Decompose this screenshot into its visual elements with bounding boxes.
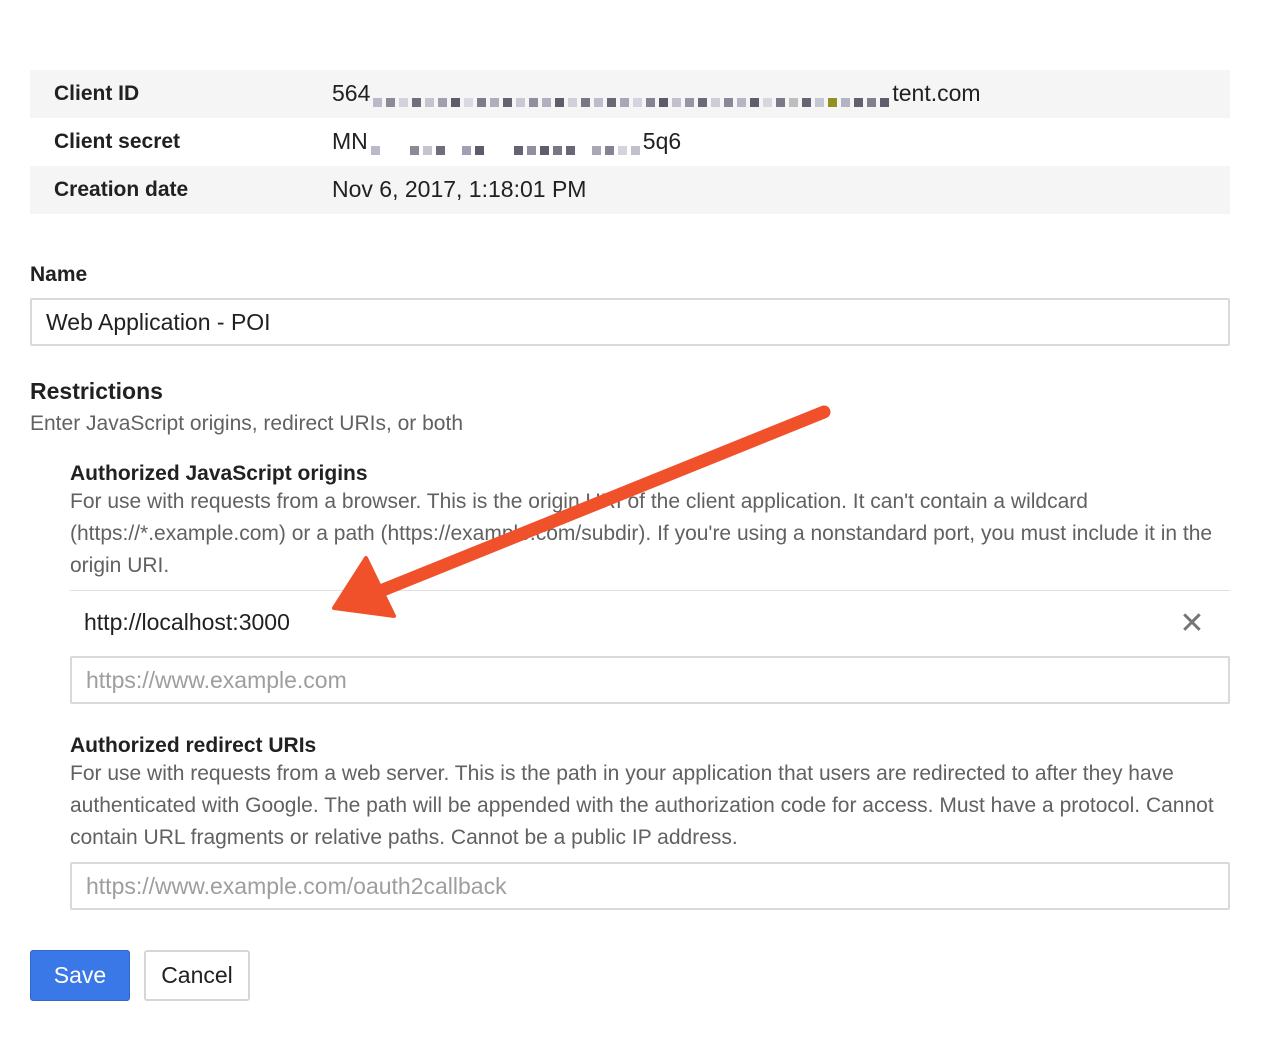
save-button[interactable]: Save bbox=[30, 950, 130, 1001]
js-origin-entry: http://localhost:3000 bbox=[84, 609, 290, 635]
name-label: Name bbox=[30, 263, 88, 286]
client-id-prefix: 564 bbox=[332, 80, 371, 106]
js-origins-divider bbox=[70, 590, 1230, 591]
client-secret-prefix: MN bbox=[332, 128, 368, 154]
client-secret-value[interactable]: MN 5q6 bbox=[332, 128, 682, 156]
redacted-mosaic bbox=[369, 136, 642, 156]
restrictions-title: Restrictions bbox=[30, 378, 163, 404]
redacted-mosaic bbox=[371, 88, 891, 108]
js-origin-input[interactable] bbox=[70, 656, 1230, 704]
creation-date-value: Nov 6, 2017, 1:18:01 PM bbox=[332, 176, 587, 202]
js-origins-description: For use with requests from a browser. Th… bbox=[70, 490, 1213, 577]
client-id-row: Client ID 564 tent.com bbox=[30, 70, 1230, 118]
cancel-button[interactable]: Cancel bbox=[144, 950, 250, 1001]
restrictions-description: Enter JavaScript origins, redirect URIs,… bbox=[30, 412, 464, 435]
redirect-uris-description: For use with requests from a web server.… bbox=[70, 762, 1214, 849]
creation-date-label: Creation date bbox=[54, 178, 189, 201]
js-origins-title: Authorized JavaScript origins bbox=[70, 462, 368, 485]
client-id-suffix: tent.com bbox=[892, 80, 981, 106]
client-secret-suffix: 5q6 bbox=[642, 128, 682, 154]
creation-date-row: Creation date Nov 6, 2017, 1:18:01 PM bbox=[30, 166, 1230, 214]
client-secret-row: Client secret MN 5q6 bbox=[30, 118, 1230, 166]
name-input[interactable] bbox=[30, 298, 1230, 346]
redirect-uris-title: Authorized redirect URIs bbox=[70, 734, 317, 757]
client-id-label: Client ID bbox=[54, 82, 140, 105]
redirect-uri-input[interactable] bbox=[70, 862, 1230, 910]
client-secret-label: Client secret bbox=[54, 130, 181, 153]
close-icon[interactable]: ✕ bbox=[1176, 608, 1208, 640]
client-id-value[interactable]: 564 tent.com bbox=[332, 80, 981, 108]
credential-details-table: Client ID 564 tent.com Client secret MN 5q… bbox=[30, 70, 1230, 214]
